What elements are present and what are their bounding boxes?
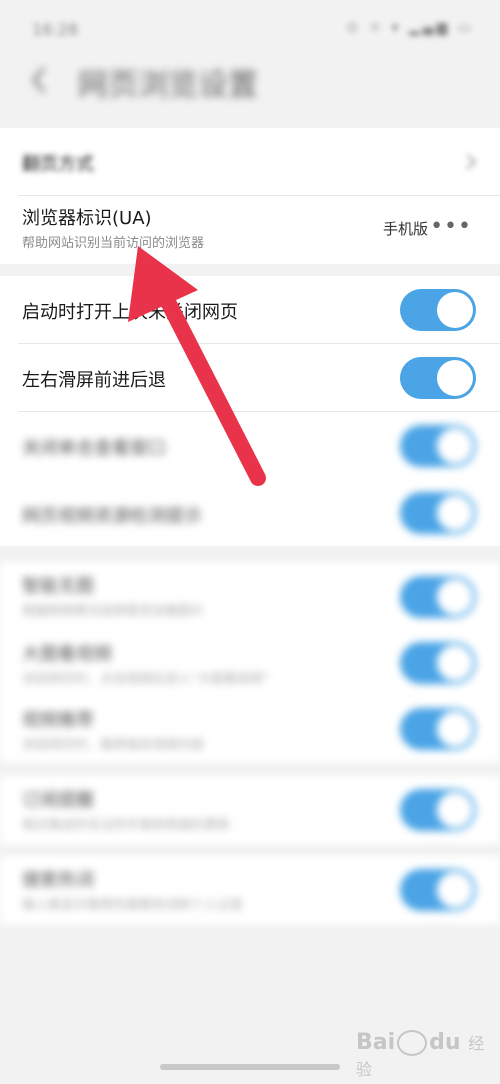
smart-no-image-title: 智能无图 <box>22 576 94 597</box>
status-time: 16:28 <box>32 20 79 39</box>
paw-icon <box>397 1030 428 1056</box>
page-header: 网页浏览设置 <box>0 56 500 108</box>
more-icon[interactable]: ••• <box>430 214 472 239</box>
row-page-turn-title: 翻页方式 <box>22 154 94 175</box>
card-subscribe: 订阅提醒 每日推送你关注的作者和频道的更新 <box>0 776 500 844</box>
close-tap-window-toggle[interactable] <box>400 425 476 467</box>
watermark-brand: Bai <box>356 1030 396 1055</box>
card-toggles-1: 启动时打开上次未关闭网页 左右滑屏前进后退 关闭单击查看窗口 网页视频资源检测提… <box>0 276 500 546</box>
card-search-hot: 搜索热词 输入框显示推荐的搜索热词和个人记录 <box>0 856 500 924</box>
row-page-turn[interactable]: 翻页方式 <box>0 128 500 196</box>
back-arrow-icon[interactable] <box>26 62 54 98</box>
video-recommend-subtitle: 浏览网页时，推荐相关视频内容 <box>22 738 205 753</box>
row-video-detect: 网页视频资源检测提示 <box>0 480 500 546</box>
row-swipe-nav: 左右滑屏前进后退 <box>0 344 500 412</box>
chevron-right-icon <box>466 154 477 170</box>
ua-value: 手机版 <box>382 220 428 238</box>
video-recommend-title: 视频推荐 <box>22 710 94 731</box>
search-hot-toggle[interactable] <box>400 869 476 911</box>
subscribe-subtitle: 每日推送你关注的作者和频道的更新 <box>22 818 231 833</box>
restore-pages-toggle[interactable] <box>400 289 476 331</box>
big-video-subtitle: 浏览网页时，点击视频后进入“大图看视频” <box>22 672 270 687</box>
row-smart-no-image: 智能无图 根据网络情况选择是否加载图片 <box>0 562 500 630</box>
smart-no-image-subtitle: 根据网络情况选择是否加载图片 <box>22 604 205 619</box>
swipe-nav-toggle[interactable] <box>400 357 476 399</box>
row-close-tap-window: 关闭单击查看窗口 <box>0 412 500 480</box>
subscribe-toggle[interactable] <box>400 789 476 831</box>
search-hot-title: 搜索热词 <box>22 870 94 891</box>
card-general: 翻页方式 浏览器标识(UA) 帮助网站识别当前访问的浏览器 手机版 ••• <box>0 128 500 264</box>
big-video-title: 大图看视频 <box>22 644 112 665</box>
row-ua[interactable]: 浏览器标识(UA) 帮助网站识别当前访问的浏览器 手机版 ••• <box>0 196 500 264</box>
page-title: 网页浏览设置 <box>78 68 258 103</box>
row-big-video: 大图看视频 浏览网页时，点击视频后进入“大图看视频” <box>0 630 500 696</box>
video-detect-toggle[interactable] <box>400 492 476 534</box>
search-hot-subtitle: 输入框显示推荐的搜索热词和个人记录 <box>22 898 244 913</box>
row-video-recommend: 视频推荐 浏览网页时，推荐相关视频内容 <box>0 696 500 762</box>
video-detect-title: 网页视频资源检测提示 <box>22 506 202 527</box>
row-restore-pages: 启动时打开上次未关闭网页 <box>0 276 500 344</box>
video-recommend-toggle[interactable] <box>400 708 476 750</box>
close-tap-window-title: 关闭单击查看窗口 <box>22 438 166 459</box>
subscribe-title: 订阅提醒 <box>22 790 94 811</box>
watermark: Bai du 经验 <box>356 1030 500 1081</box>
watermark-brand2: du <box>429 1030 461 1055</box>
smart-no-image-toggle[interactable] <box>400 576 476 618</box>
row-search-hot: 搜索热词 输入框显示推荐的搜索热词和个人记录 <box>0 856 500 924</box>
card-toggles-2: 智能无图 根据网络情况选择是否加载图片 大图看视频 浏览网页时，点击视频后进入“… <box>0 562 500 762</box>
ua-subtitle: 帮助网站识别当前访问的浏览器 <box>22 236 205 251</box>
home-indicator[interactable] <box>160 1064 340 1070</box>
row-subscribe: 订阅提醒 每日推送你关注的作者和频道的更新 <box>0 776 500 844</box>
status-icons: ⊙ ☼ ▾ ▂▄▆ ▭ <box>346 20 474 36</box>
restore-pages-title: 启动时打开上次未关闭网页 <box>22 302 238 323</box>
status-bar: 16:28 ⊙ ☼ ▾ ▂▄▆ ▭ <box>0 0 500 56</box>
swipe-nav-title: 左右滑屏前进后退 <box>22 370 166 391</box>
big-video-toggle[interactable] <box>400 642 476 684</box>
ua-title: 浏览器标识(UA) <box>22 208 152 229</box>
